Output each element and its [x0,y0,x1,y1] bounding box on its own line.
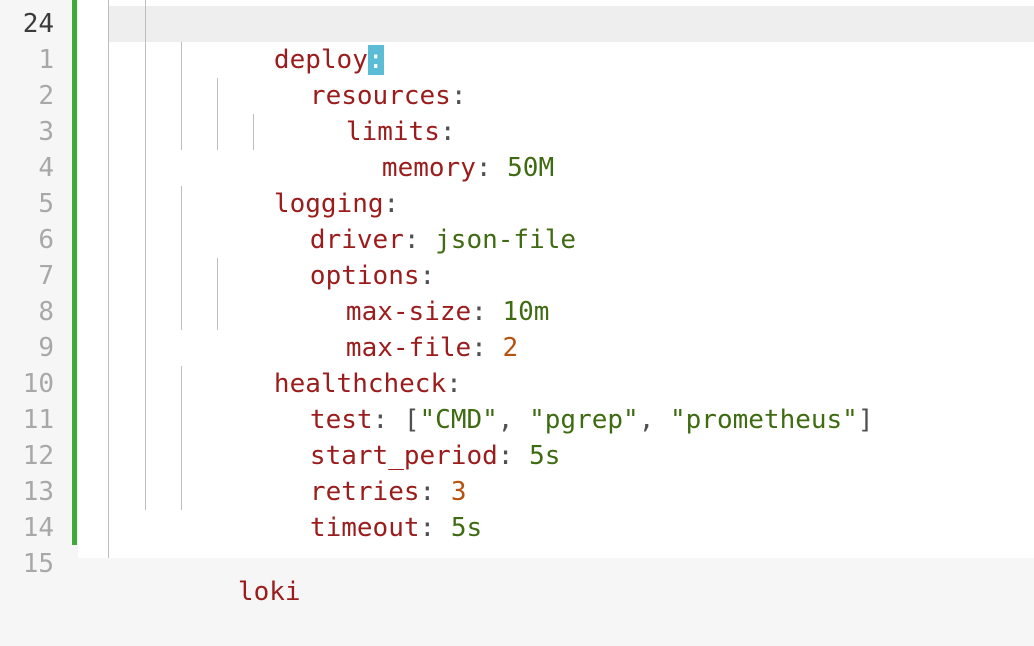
code-editor[interactable]: 24 1 2 3 4 5 6 7 8 9 10 11 12 13 14 15 d… [0,0,1034,607]
line-number: 7 [38,261,54,291]
yaml-value: 2 [502,333,519,363]
code-line[interactable]: timeout: 5s [216,474,482,543]
yaml-key: loki [237,577,301,607]
code-line[interactable]: max-size: 10m [252,258,550,327]
git-added-indicator [72,0,77,545]
line-number: 11 [22,405,54,435]
yaml-value: 50M [507,153,555,183]
yaml-key: timeout [309,513,420,543]
yaml-bracket: ] [857,405,874,435]
code-line[interactable]: deploy: [180,6,384,75]
line-number: 9 [38,333,54,363]
code-line[interactable]: options: [216,222,435,291]
yaml-comma: , [638,405,670,435]
line-number: 12 [22,441,54,471]
line-number: 5 [38,189,54,219]
code-line-partial[interactable]: loki [144,538,301,646]
line-number: 10 [22,369,54,399]
line-number-current: 24 [22,9,54,39]
code-line[interactable]: start_period: 5s [216,402,560,471]
code-line[interactable]: limits: [252,78,456,147]
code-line[interactable]: max-file: 2 [252,294,518,363]
yaml-colon: : [497,441,530,471]
yaml-colon: : [471,333,503,363]
yaml-value: json-file [435,225,577,255]
line-number-gutter[interactable]: 24 1 2 3 4 5 6 7 8 9 10 11 12 13 14 15 [0,0,72,579]
yaml-array-item: "prometheus" [670,405,858,435]
yaml-value: 5s [529,441,561,471]
line-number: 2 [38,81,54,111]
line-number: 6 [38,225,54,255]
indent-guide [145,0,146,510]
line-number: 3 [38,117,54,147]
code-area[interactable]: deploy: resources: limits: memory: 50M l… [78,0,1034,607]
yaml-value: 5s [450,513,483,543]
code-line[interactable]: healthcheck: [180,330,462,399]
line-number: 13 [22,477,54,507]
line-number: 14 [22,513,54,543]
line-number: 1 [38,45,54,75]
line-number: 4 [38,153,54,183]
yaml-colon: : [419,513,451,543]
code-line[interactable]: logging: [180,150,399,219]
yaml-colon: : [475,153,508,183]
code-line[interactable]: test: ["CMD", "pgrep", "prometheus"] [216,366,874,435]
line-number: 15 [22,549,54,579]
code-line[interactable]: resources: [216,42,467,111]
line-number: 8 [38,297,54,327]
code-line[interactable]: driver: json-file [216,186,576,255]
code-line[interactable]: memory: 50M [288,114,554,183]
indent-guide [108,0,109,558]
code-line[interactable]: retries: 3 [216,438,467,507]
